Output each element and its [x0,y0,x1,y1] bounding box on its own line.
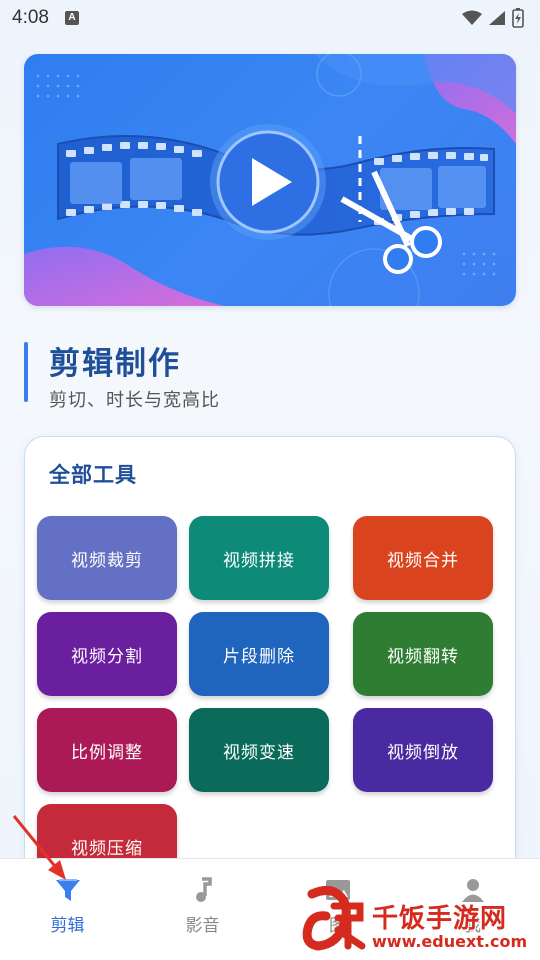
nav-item-label: 剪辑 [50,916,85,936]
signal-icon [489,11,505,25]
tools-title: 全部工具 [49,463,137,487]
hero-banner[interactable] [24,54,516,306]
battery-charging-icon [512,8,524,28]
tool-video-splice-button[interactable]: 视频拼接 [189,516,329,600]
a-icon: A [64,11,79,25]
tool-segment-delete-button[interactable]: 片段删除 [189,612,329,696]
watermark-title: 千饭手游网 [372,904,508,934]
section-title: 剪辑制作 [49,346,181,382]
watermark-url: www.eduext.com [372,932,528,951]
site-watermark: 千饭手游网 www.eduext.com [300,878,536,954]
play-icon [210,124,326,240]
section-accent-bar [24,342,28,402]
tool-video-flip-button[interactable]: 视频翻转 [353,612,493,696]
tool-video-split-button[interactable]: 视频分割 [37,612,177,696]
music-note-icon [195,877,212,902]
all-tools-card: 全部工具 视频裁剪 视频拼接 视频合并 视频分割 片段删除 视频翻转 比例调整 … [24,436,516,896]
wifi-icon [462,10,482,25]
nav-item-label: 影音 [185,916,220,936]
tool-video-crop-button[interactable]: 视频裁剪 [37,516,177,600]
nav-item-media[interactable]: 影音 [135,859,270,960]
watermark-logo [302,886,366,951]
tool-ratio-adjust-button[interactable]: 比例调整 [37,708,177,792]
section-subtitle: 剪切、时长与宽高比 [49,390,220,411]
status-bar: 4:08 A [0,0,540,36]
red-arrow-icon [12,815,66,880]
status-time: 4:08 [12,7,49,28]
tool-video-reverse-button[interactable]: 视频倒放 [353,708,493,792]
tool-video-merge-button[interactable]: 视频合并 [353,516,493,600]
tool-video-speed-button[interactable]: 视频变速 [189,708,329,792]
